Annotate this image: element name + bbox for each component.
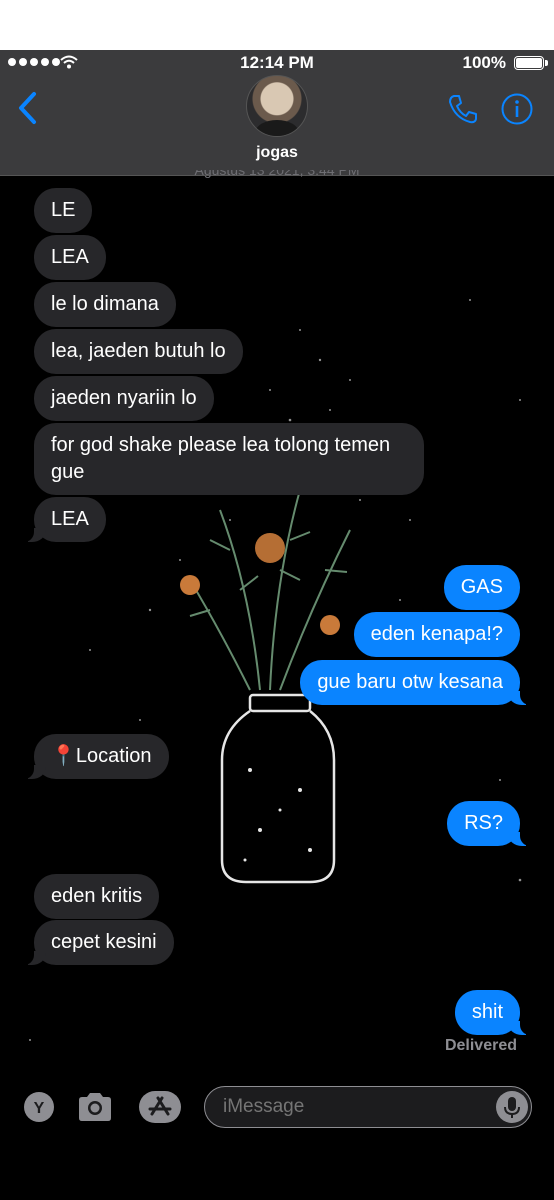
message-received[interactable]: cepet kesini bbox=[20, 920, 174, 965]
message-received[interactable]: lea, jaeden butuh lo bbox=[34, 329, 243, 374]
message-sent[interactable]: gue baru otw kesana bbox=[300, 660, 534, 705]
message-sent[interactable]: RS? bbox=[447, 801, 534, 846]
microphone-icon[interactable] bbox=[496, 1091, 528, 1123]
app-store-icon[interactable] bbox=[138, 1090, 182, 1124]
memoji-icon[interactable]: Y bbox=[22, 1090, 56, 1124]
message-received[interactable]: LE bbox=[34, 188, 93, 233]
message-sent[interactable]: eden kenapa!? bbox=[353, 612, 520, 657]
message-sent[interactable]: shit bbox=[454, 990, 535, 1035]
memoji-letter: Y bbox=[34, 1100, 45, 1117]
compose-bar: Y bbox=[0, 1070, 554, 1150]
message-received[interactable]: for god shake please lea tolong temen gu… bbox=[34, 423, 424, 495]
message-received[interactable]: jaeden nyariin lo bbox=[34, 376, 214, 421]
message-input[interactable] bbox=[204, 1086, 532, 1128]
message-sent[interactable]: GAS bbox=[443, 565, 520, 610]
message-received[interactable]: LEA bbox=[20, 497, 106, 542]
message-received[interactable]: le lo dimana bbox=[34, 282, 176, 327]
delivered-status: Delivered bbox=[444, 1037, 517, 1054]
camera-icon[interactable] bbox=[76, 1090, 114, 1124]
message-received[interactable]: eden kritis bbox=[34, 874, 160, 919]
location-message[interactable]: 📍Location bbox=[20, 734, 169, 779]
message-received[interactable]: LEA bbox=[34, 235, 106, 280]
